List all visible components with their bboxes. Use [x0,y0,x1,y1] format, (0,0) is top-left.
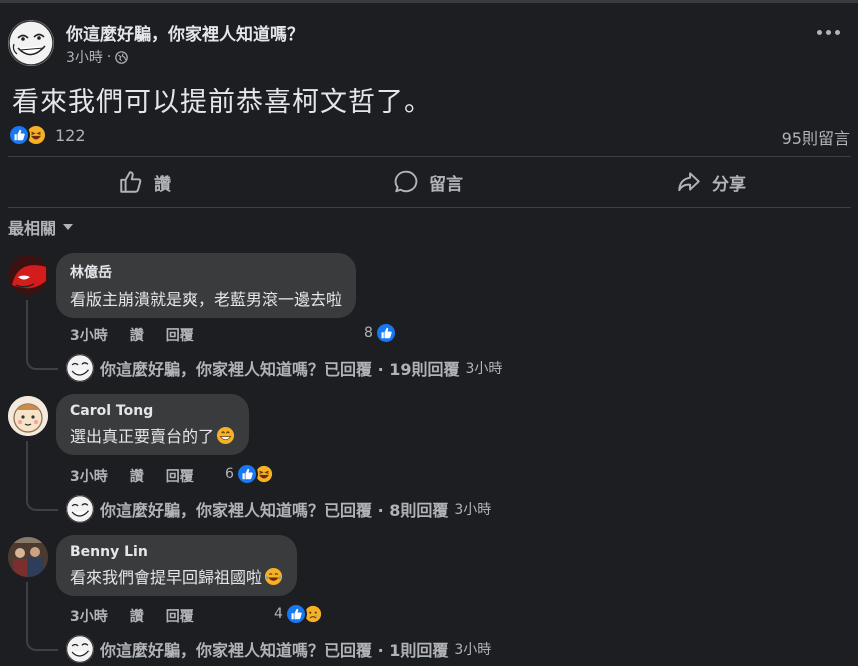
comment-bubble: Carol Tong 選出真正要賣台的了 [56,394,250,455]
post-time-text: 3小時 [66,50,103,66]
post-author-avatar[interactable] [8,20,54,66]
comment-like-link[interactable]: 讚 [130,325,144,345]
separator-dot: · [106,49,112,65]
divider [8,156,851,157]
reply-thread-line [26,441,58,511]
cartoon-face-avatar [8,396,48,436]
view-replies-link[interactable]: 你這麼好騙，你家裡人知道嗎？已回覆 · 1則回覆 3小時 [66,635,491,663]
reply-avatar [66,635,94,663]
replied-label: 你這麼好騙，你家裡人知道嗎？已回覆 · 19則回覆 [100,360,460,379]
replied-label: 你這麼好騙，你家裡人知道嗎？已回覆 · 8則回覆 [100,501,449,520]
comment-reaction-count: 6 [225,466,234,482]
thumbs-up-icon [120,171,142,193]
facebook-post: 你這麼好騙，你家裡人知道嗎？ 3小時 · 看來我們可以提前恭喜柯文哲了。 122… [0,0,858,666]
like-button-label: 讚 [154,174,171,195]
comment-meta: 3小時 讚 回覆 [70,606,216,626]
comment-author[interactable]: 林億岳 [70,262,342,282]
comment-bubble: 林億岳 看版主崩潰就是爽，老藍男滾一邊去啦 [56,253,357,318]
more-options-icon[interactable] [817,30,840,35]
comment-reply-link[interactable]: 回覆 [166,606,194,626]
comment-text: 看版主崩潰就是爽，老藍男滾一邊去啦 [70,286,342,310]
comment-meta: 3小時 讚 回覆 [70,466,216,486]
comment-time[interactable]: 3小時 [70,325,108,345]
comment-reaction-count: 4 [274,606,283,622]
reply-avatar [66,354,94,382]
divider [8,207,851,208]
comment-reply-link[interactable]: 回覆 [166,325,194,345]
reaction-summary[interactable]: 122 [8,124,86,146]
comment-text-content: 選出真正要賣台的了 [70,427,215,446]
comment-button-label: 留言 [429,174,463,195]
post-timestamp[interactable]: 3小時 · [66,47,129,67]
dropdown-caret-icon [63,224,74,230]
laughing-tears-emoji-icon [264,567,283,585]
like-button[interactable]: 讚 [118,166,171,198]
red-mask-avatar [8,255,48,295]
replied-label: 你這麼好騙，你家裡人知道嗎？已回覆 · 1則回覆 [100,641,449,660]
comment-author[interactable]: Benny Lin [70,544,283,560]
comment-reply-link[interactable]: 回覆 [166,466,194,486]
commenter-avatar[interactable] [8,255,48,295]
reply-thread-line [26,300,58,370]
post-author-name[interactable]: 你這麼好騙，你家裡人知道嗎？ [66,20,304,45]
replied-time: 3小時 [454,642,492,658]
globe-icon [115,50,129,64]
comment-text: 看來我們會提早回歸祖國啦 [70,564,283,588]
comment-count-link[interactable]: 95則留言 [782,125,850,149]
comment-bubble-icon [394,170,418,193]
grinning-emoji-icon [216,426,235,444]
comment-text-content: 看版主崩潰就是爽，老藍男滾一邊去啦 [70,290,343,309]
share-button-label: 分享 [712,174,746,195]
comment-like-link[interactable]: 讚 [130,606,144,626]
comment-reactions[interactable]: 6 [225,463,275,485]
reply-thread-line [26,582,58,651]
comment-meta: 3小時 讚 回覆 [70,325,216,345]
comment-author[interactable]: Carol Tong [70,403,235,419]
share-arrow-icon [678,172,700,192]
comment-time[interactable]: 3小時 [70,606,108,626]
like-reaction-icon [235,463,258,485]
comment-button[interactable]: 留言 [393,166,463,198]
like-reaction-icon [8,124,30,146]
sort-label: 最相關 [8,219,57,238]
share-button[interactable]: 分享 [676,166,746,198]
replied-time: 3小時 [465,361,503,377]
reply-avatar [66,495,94,523]
comment-reactions[interactable]: 8 [364,322,397,344]
comment-text-content: 看來我們會提早回歸祖國啦 [70,568,263,587]
comment-text: 選出真正要賣台的了 [70,423,235,447]
like-reaction-icon [284,603,307,625]
troll-face-avatar [8,20,54,66]
post-text: 看來我們可以提前恭喜柯文哲了。 [12,87,432,118]
replied-time: 3小時 [454,502,492,518]
comment-sort-dropdown[interactable]: 最相關 [8,215,74,239]
comment-time[interactable]: 3小時 [70,466,108,486]
reaction-count: 122 [55,125,86,145]
like-reaction-icon [374,322,397,344]
comment-reaction-count: 8 [364,325,373,341]
group-photo-avatar [8,537,48,577]
comment-reactions[interactable]: 4 [274,603,324,625]
comment-bubble: Benny Lin 看來我們會提早回歸祖國啦 [56,535,298,596]
view-replies-link[interactable]: 你這麼好騙，你家裡人知道嗎？已回覆 · 8則回覆 3小時 [66,495,491,523]
commenter-avatar[interactable] [8,396,48,436]
commenter-avatar[interactable] [8,537,48,577]
view-replies-link[interactable]: 你這麼好騙，你家裡人知道嗎？已回覆 · 19則回覆 3小時 [66,354,502,382]
comment-like-link[interactable]: 讚 [130,466,144,486]
